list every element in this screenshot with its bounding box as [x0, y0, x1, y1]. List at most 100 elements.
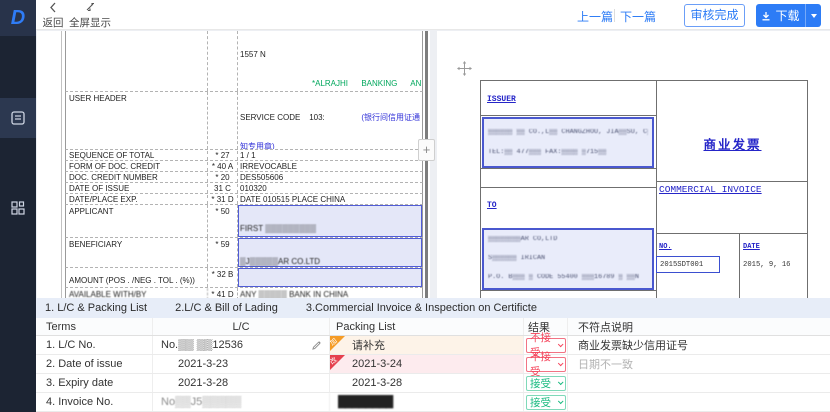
sidebar-item-apps[interactable]	[0, 188, 36, 228]
invoice-issuer-highlight: ▒▒▒▒▒▒ ▒▒ CO.,L▒▒ CHANGZHOU, JIA▒▒SU, C▒…	[482, 117, 654, 168]
invoice-issuer-line: ▒▒▒▒▒▒ ▒▒ CO.,L▒▒ CHANGZHOU, JIA▒▒SU, C▒…	[488, 129, 648, 136]
fullscreen-label: 全屏显示	[69, 17, 111, 29]
discrepancy-note: 日期不一致	[568, 355, 830, 373]
chevron-down-icon	[558, 361, 563, 366]
back-chevron-icon	[38, 2, 68, 15]
download-icon	[761, 11, 771, 21]
lc-field-tag: 31 C	[208, 184, 238, 193]
packing-list-cell: ████████	[330, 393, 524, 411]
invoice-to-line: P.O. B▒▒▒ ▒ CODE 55400 ▒▒▒16789 ▒ ▒▒N	[488, 274, 648, 281]
move-handle-icon[interactable]	[457, 61, 473, 77]
term-cell: 3. Expiry date	[36, 374, 153, 392]
lc-row-date-place-exp: DATE/PLACE EXP. * 31 D DATE 010515 PLACE…	[65, 194, 423, 205]
result-select[interactable]: 不接受	[526, 357, 566, 372]
invoice-date-value: 2015, 9, 16	[743, 261, 790, 269]
result-cell: 接受	[524, 374, 568, 392]
next-article-link[interactable]: 下一篇	[620, 8, 656, 25]
lc-field-value: 010320	[238, 184, 422, 193]
invoice-document: ISSUER ▒▒▒▒▒▒ ▒▒ CO.,L▒▒ CHANGZHOU, JIA▒…	[480, 80, 808, 298]
table-row: 4. Invoice No. No▒▒J5▒▒▒▒▒ ████████ 接受	[36, 393, 830, 412]
invoice-title-cn: 商业发票	[656, 134, 809, 153]
lc-document: 1557 N *ALRAJHI BANKING AND INVESTMENT *…	[65, 31, 423, 298]
lc-bank-stamp-note: (银行间信用证通	[361, 113, 420, 124]
back-button[interactable]: 返回	[38, 2, 68, 30]
lc-row-date-of-issue: DATE OF ISSUE 31 C 010320	[65, 183, 423, 194]
lc-bank-stamp-note: 知专用章)	[240, 142, 420, 150]
term-cell: 2. Date of issue	[36, 355, 153, 373]
chevron-down-icon	[811, 14, 817, 18]
col-header-packing-list: Packing List	[330, 318, 524, 335]
lc-row-sequence: SEQUENCE OF TOTAL * 27 1 / 1	[65, 150, 423, 161]
document-icon	[10, 110, 26, 126]
download-dropdown-toggle[interactable]	[805, 4, 821, 27]
result-select[interactable]: 接受	[526, 376, 566, 391]
col-header-terms: Terms	[36, 318, 153, 335]
table-row: 2. Date of issue 2021-3-23 改 2021-3-24 不…	[36, 355, 830, 374]
app-logo[interactable]: D	[0, 0, 36, 36]
edit-pencil-icon[interactable]	[312, 341, 321, 353]
lc-field-tag: * 59	[208, 238, 238, 267]
lc-field-tag: * 40 A	[208, 162, 238, 171]
table-row: 1. L/C No. No.▒▒ ▒▒12536 加 请补充 不接受 商业发票缺…	[36, 336, 830, 355]
sidebar-item-documents[interactable]	[0, 98, 36, 138]
invoice-issuer-label: ISSUER	[487, 95, 516, 104]
download-label: 下载	[775, 7, 799, 24]
term-cell: 1. L/C No.	[36, 336, 153, 354]
lc-field-label: AVAILABLE WITH/BY	[66, 288, 208, 298]
lc-field-value: 1 / 1	[238, 151, 422, 160]
lc-field-tag: * 27	[208, 151, 238, 160]
lc-field-tag: * 32 B	[208, 268, 238, 287]
lc-row-header: 1557 N *ALRAJHI BANKING AND INVESTMENT *…	[65, 31, 423, 92]
grid-icon	[10, 200, 26, 216]
sidebar: D	[0, 0, 36, 412]
fullscreen-button[interactable]: 全屏显示	[66, 2, 114, 30]
lc-field-label: FORM OF DOC. CREDIT	[66, 162, 208, 171]
tab-lc-bill-of-lading[interactable]: 2.L/C & Bill of Lading	[161, 302, 292, 314]
lc-row-applicant: APPLICANT * 50 FIRST ▒▒▒▒▒▒▒▒▒ SEA▒▒▒▒ ▒…	[65, 205, 423, 238]
comparison-tabbar: 1. L/C & Packing List 2.L/C & Bill of La…	[36, 298, 830, 318]
lc-bank-name-line: *ALRAJHI BANKING AND	[312, 79, 420, 90]
col-header-note: 不符点说明	[568, 318, 830, 335]
packing-list-cell: 改 2021-3-24	[330, 355, 524, 373]
lc-field-value: DES505606	[238, 173, 422, 182]
result-select[interactable]: 接受	[526, 395, 566, 410]
lc-value: No.▒▒ ▒▒12536	[161, 339, 243, 351]
lc-field-tag: * 50	[208, 205, 238, 237]
table-header-row: Terms L/C Packing List 结果 不符点说明	[36, 318, 830, 336]
logo-letter: D	[11, 7, 25, 30]
invoice-to-line: S▒▒▒▒▒▒ IRICAN	[488, 255, 648, 262]
redacted-value: ████████	[338, 396, 392, 408]
left-panel-scrollbar[interactable]	[425, 31, 428, 298]
back-label: 返回	[43, 17, 64, 29]
invoice-date-label: DATE	[743, 243, 760, 251]
lc-beneficiary-line: ▒J▒▒▒▒▒AR CO.LTD	[240, 257, 420, 267]
lc-field-tag: * 31 D	[208, 195, 238, 204]
download-split-button[interactable]: 下载	[756, 4, 821, 27]
review-complete-button[interactable]: 审核完成	[684, 4, 745, 27]
invoice-no-value: 2015SDT001	[660, 261, 703, 269]
lc-service-code: SERVICE CODE 103:	[240, 113, 325, 124]
lc-field-tag: * 41 D	[208, 288, 238, 298]
lc-applicant-highlight: FIRST ▒▒▒▒▒▒▒▒▒ SEA▒▒▒▒ ▒MERICAN P.O. ▒▒…	[238, 205, 422, 237]
topbar: 返回 全屏显示 上一篇 下一篇 审核完成 下载	[36, 0, 830, 30]
invoice-title-en: COMMERCIAL INVOICE	[659, 184, 762, 195]
lc-field-label: DATE OF ISSUE	[66, 184, 208, 193]
prev-article-link[interactable]: 上一篇	[577, 8, 613, 25]
invoice-to-highlight: ▒▒▒▒▒▒▒▒AR CO,LTD S▒▒▒▒▒▒ IRICAN P.O. B▒…	[482, 228, 654, 290]
chevron-down-icon	[558, 398, 564, 404]
comparison-table: Terms L/C Packing List 结果 不符点说明 1. L/C N…	[36, 318, 830, 412]
packing-list-value: 请补充	[352, 337, 385, 353]
lc-field-label: SEQUENCE OF TOTAL	[66, 151, 208, 160]
lc-cell: No▒▒J5▒▒▒▒▒	[153, 393, 330, 411]
chevron-down-icon	[558, 379, 564, 385]
lc-cell: 2021-3-23	[153, 355, 330, 373]
invoice-to-label: TO	[487, 201, 497, 210]
tab-lc-packing-list[interactable]: 1. L/C & Packing List	[36, 302, 161, 314]
fullscreen-icon	[66, 2, 114, 15]
lc-field-tag: * 20	[208, 173, 238, 182]
panel-expand-button[interactable]: +	[418, 139, 435, 161]
lc-field-value: ANY ▒▒▒▒▒ BANK IN CHINA	[238, 288, 422, 298]
packing-list-cell: 2021-3-28	[330, 374, 524, 392]
lc-row-beneficiary: BENEFICIARY * 59 ▒J▒▒▒▒▒AR CO.LTD ▒▒▒▒ A…	[65, 238, 423, 268]
tab-commercial-invoice-inspection[interactable]: 3.Commercial Invoice & Inspection on Cer…	[292, 302, 551, 314]
